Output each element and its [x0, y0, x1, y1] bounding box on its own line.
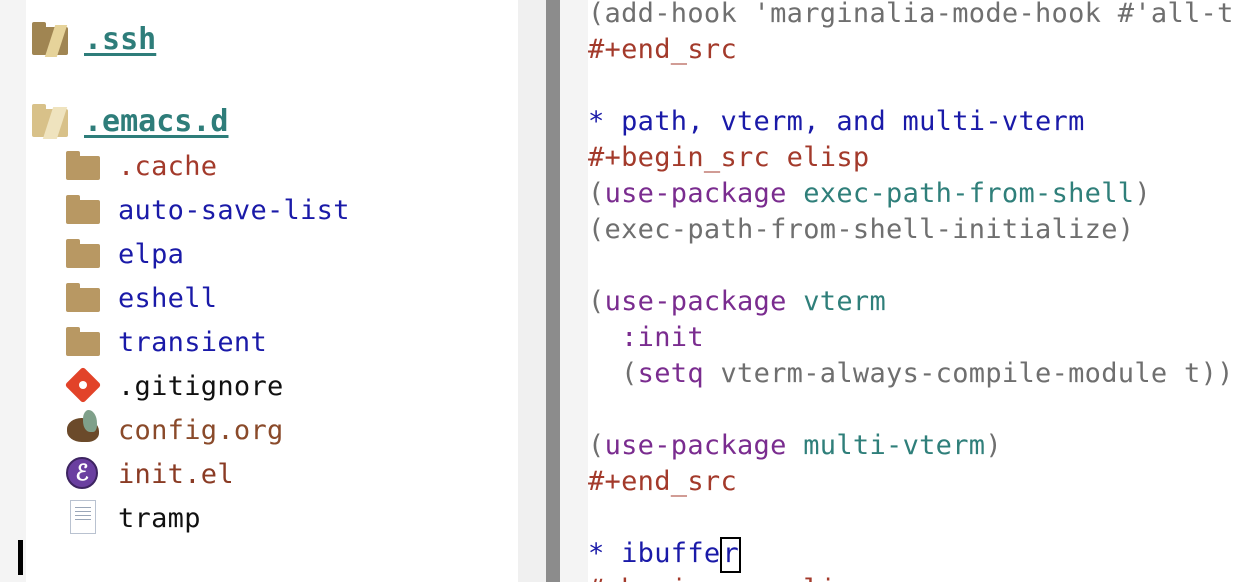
code-token: use-package: [604, 178, 787, 209]
cursor-char: r: [720, 537, 742, 573]
code-line[interactable]: :init: [588, 320, 704, 356]
tree-item-transient[interactable]: transient: [64, 324, 267, 360]
editor-pane[interactable]: (add-hook 'marginalia-mode-hook #'all-th…: [588, 0, 1236, 582]
code-line[interactable]: (setq vterm-always-compile-module t)): [588, 356, 1234, 392]
code-token: exec-path-from-shell: [803, 178, 1135, 209]
code-token: #+begin_src elisp: [588, 142, 870, 173]
tree-item-label[interactable]: transient: [118, 327, 267, 358]
code-token: (: [588, 358, 638, 389]
right-fringe: [560, 0, 588, 582]
code-token: * ibuffe: [588, 538, 721, 569]
code-token: ): [1134, 178, 1151, 209]
left-fringe: [0, 0, 26, 582]
tree-root-emacs-d[interactable]: .emacs.d: [30, 103, 229, 139]
code-line[interactable]: #+end_src: [588, 32, 737, 68]
code-line[interactable]: #+begin_src elisp: [588, 140, 869, 176]
tree-item-label[interactable]: .cache: [118, 151, 217, 182]
left-pane-right-fringe: [518, 0, 546, 582]
code-line[interactable]: (use-package multi-vterm): [588, 428, 1002, 464]
code-token: vterm: [803, 286, 887, 317]
folder-icon: [64, 236, 102, 272]
tree-root-label[interactable]: .ssh: [84, 22, 156, 57]
code-token: (: [588, 178, 605, 209]
code-line[interactable]: * ibuffer: [588, 536, 742, 573]
folder-icon: [64, 192, 102, 228]
tree-item-label[interactable]: .gitignore: [118, 371, 284, 402]
code-token: multi-vterm: [803, 430, 986, 461]
tree-item-auto-save-list[interactable]: auto-save-list: [64, 192, 350, 228]
code-token: use-package: [604, 286, 787, 317]
folder-icon: [64, 148, 102, 184]
tree-item-label[interactable]: init.el: [118, 459, 234, 490]
code-line[interactable]: (use-package vterm: [588, 284, 886, 320]
tree-root-label[interactable]: .emacs.d: [84, 104, 229, 139]
tree-item-label[interactable]: tramp: [118, 503, 201, 534]
tree-item-label[interactable]: config.org: [118, 415, 284, 446]
folder-icon: [30, 21, 68, 57]
code-line[interactable]: (exec-path-from-shell-initialize): [588, 212, 1134, 248]
text-file-icon: [64, 500, 102, 536]
tree-item-gitignore[interactable]: .gitignore: [64, 366, 284, 404]
tree-item-init-el[interactable]: ℰ init.el: [64, 456, 234, 492]
tree-item-label[interactable]: elpa: [118, 239, 184, 270]
tree-item-config-org[interactable]: config.org: [64, 410, 284, 448]
window-divider[interactable]: [546, 0, 560, 582]
git-icon: [64, 366, 102, 404]
folder-icon: [64, 324, 102, 360]
folder-open-icon: [30, 103, 68, 139]
code-line[interactable]: * path, vterm, and multi-vterm: [588, 104, 1085, 140]
code-token: #+end_src: [588, 34, 737, 65]
code-token: #+end_src: [588, 466, 737, 497]
code-token: (: [588, 286, 605, 317]
tree-root-ssh[interactable]: .ssh: [30, 21, 156, 57]
code-token: ): [985, 430, 1002, 461]
tree-item-elpa[interactable]: elpa: [64, 236, 184, 272]
code-token: vterm-always-compile-module t)): [703, 358, 1234, 389]
code-line[interactable]: #+begin_src elisp: [588, 572, 869, 582]
code-token: setq: [637, 358, 704, 389]
tree-item-cache[interactable]: .cache: [64, 148, 217, 184]
code-token: (: [588, 430, 605, 461]
file-tree-pane[interactable]: .ssh .emacs.d .cache auto-save-list elpa…: [0, 0, 520, 582]
code-line[interactable]: (use-package exec-path-from-shell): [588, 176, 1151, 212]
code-token: (exec-path-from-shell-initialize): [588, 214, 1135, 245]
code-token: (add-hook 'marginalia-mode-hook #'all-th…: [588, 0, 1236, 29]
code-token: :init: [621, 322, 704, 353]
tree-item-tramp[interactable]: tramp: [64, 500, 201, 536]
org-unicorn-icon: [64, 410, 102, 448]
code-line[interactable]: #+end_src: [588, 464, 737, 500]
tree-item-label[interactable]: eshell: [118, 283, 217, 314]
folder-icon: [64, 280, 102, 316]
code-token: * path, vterm, and multi-vterm: [588, 106, 1085, 137]
code-token: use-package: [604, 430, 787, 461]
text-cursor: [18, 540, 23, 575]
tree-item-label[interactable]: auto-save-list: [118, 195, 350, 226]
code-token: #+begin_src elisp: [588, 574, 869, 582]
emacs-icon: ℰ: [64, 456, 102, 492]
code-line[interactable]: (add-hook 'marginalia-mode-hook #'all-th…: [588, 0, 1236, 32]
tree-item-eshell[interactable]: eshell: [64, 280, 217, 316]
